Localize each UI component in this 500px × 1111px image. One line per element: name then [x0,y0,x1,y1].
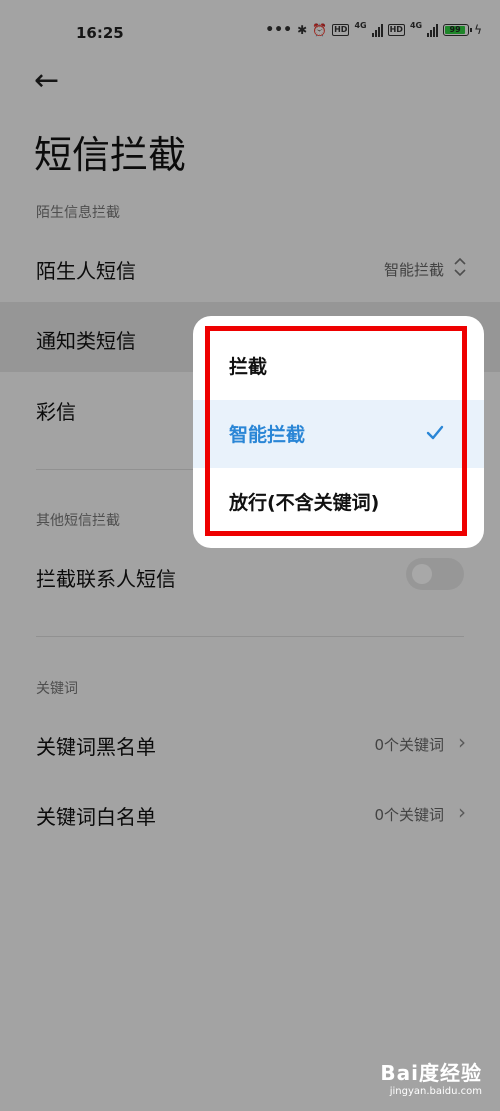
annotation-highlight-box [205,326,467,536]
watermark-url: jingyan.baidu.com [389,1086,482,1097]
modal-dim-overlay[interactable] [0,0,500,1111]
watermark-logo: Bai度经验 [380,1061,482,1085]
watermark: Bai度经验 jingyan.baidu.com [380,1057,482,1097]
